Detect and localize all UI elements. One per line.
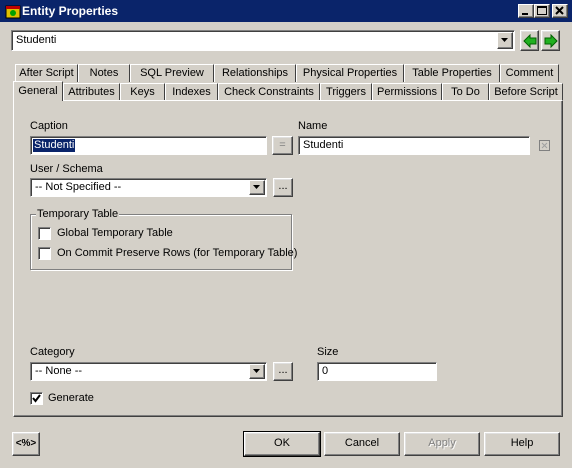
user-schema-combo[interactable]: -- Not Specified -- — [30, 178, 267, 197]
user-schema-dropdown[interactable] — [249, 180, 265, 195]
window-title: Entity Properties — [22, 4, 119, 18]
user-schema-browse-button[interactable]: ... — [273, 178, 293, 197]
tab-after-script[interactable]: After Script — [15, 64, 78, 82]
tab-sql-preview[interactable]: SQL Preview — [130, 64, 214, 82]
category-label: Category — [30, 346, 75, 358]
tab-triggers[interactable]: Triggers — [320, 83, 372, 101]
size-input[interactable]: 0 — [317, 362, 437, 381]
tab-relationships[interactable]: Relationships — [214, 64, 296, 82]
tab-check-constraints[interactable]: Check Constraints — [218, 83, 320, 101]
generate-label: Generate — [48, 392, 94, 404]
on-commit-preserve-rows-label: On Commit Preserve Rows (for Temporary T… — [57, 247, 298, 259]
entity-combo-value: Studenti — [16, 34, 57, 46]
chevron-down-icon — [501, 38, 508, 42]
tab-to-do[interactable]: To Do — [442, 83, 489, 101]
global-temporary-table-label: Global Temporary Table — [57, 227, 173, 239]
cancel-button[interactable]: Cancel — [324, 432, 400, 456]
size-value: 0 — [322, 365, 329, 377]
name-label: Name — [298, 120, 328, 132]
tab-indexes[interactable]: Indexes — [165, 83, 218, 101]
size-label: Size — [317, 346, 339, 358]
user-schema-label: User / Schema — [30, 163, 103, 175]
minimize-button[interactable] — [518, 4, 534, 18]
maximize-button[interactable] — [534, 4, 550, 18]
tab-physical-properties[interactable]: Physical Properties — [296, 64, 404, 82]
close-button[interactable] — [552, 4, 568, 18]
name-input-value: Studenti — [303, 139, 344, 151]
chevron-down-icon — [253, 369, 260, 373]
tab-attributes[interactable]: Attributes — [63, 83, 120, 101]
on-commit-preserve-rows-checkbox[interactable] — [38, 247, 51, 260]
checkmark-icon — [32, 394, 41, 403]
app-icon — [5, 3, 21, 19]
tab-comment[interactable]: Comment — [500, 64, 559, 82]
temporary-table-label: Temporary Table — [36, 208, 120, 221]
minimize-icon — [522, 13, 528, 15]
entity-combo[interactable]: Studenti — [11, 30, 515, 51]
apply-button[interactable]: Apply — [404, 432, 480, 456]
ok-button[interactable]: OK — [243, 431, 321, 457]
next-entity-button[interactable] — [541, 30, 560, 51]
generate-checkbox[interactable] — [30, 392, 43, 405]
tab-notes[interactable]: Notes — [78, 64, 130, 82]
category-dropdown[interactable] — [249, 364, 265, 379]
arrow-left-icon — [522, 33, 536, 48]
temporary-table-group — [30, 214, 292, 270]
category-combo[interactable]: -- None -- — [30, 362, 267, 381]
caption-input-value: Studenti — [33, 139, 76, 152]
name-input[interactable]: Studenti — [298, 136, 530, 155]
name-lock-icon[interactable] — [539, 140, 550, 151]
macro-button[interactable]: <%> — [12, 432, 40, 456]
global-temporary-table-checkbox[interactable] — [38, 227, 51, 240]
help-button[interactable]: Help — [484, 432, 560, 456]
caption-label: Caption — [30, 120, 68, 132]
previous-entity-button[interactable] — [520, 30, 539, 51]
maximize-icon — [537, 6, 547, 15]
category-browse-button[interactable]: ... — [273, 362, 293, 381]
arrow-right-icon — [544, 33, 558, 48]
close-icon — [555, 6, 564, 15]
user-schema-value: -- Not Specified -- — [35, 181, 122, 193]
tab-table-properties[interactable]: Table Properties — [404, 64, 500, 82]
caption-equals-name-button[interactable]: = — [272, 136, 293, 155]
tab-keys[interactable]: Keys — [120, 83, 165, 101]
tab-before-script[interactable]: Before Script — [489, 83, 563, 101]
tab-general[interactable]: General — [13, 81, 63, 101]
tab-permissions[interactable]: Permissions — [372, 83, 442, 101]
caption-input[interactable]: Studenti — [30, 136, 267, 155]
chevron-down-icon — [253, 185, 260, 189]
entity-combo-dropdown[interactable] — [497, 32, 513, 49]
category-value: -- None -- — [35, 365, 83, 377]
